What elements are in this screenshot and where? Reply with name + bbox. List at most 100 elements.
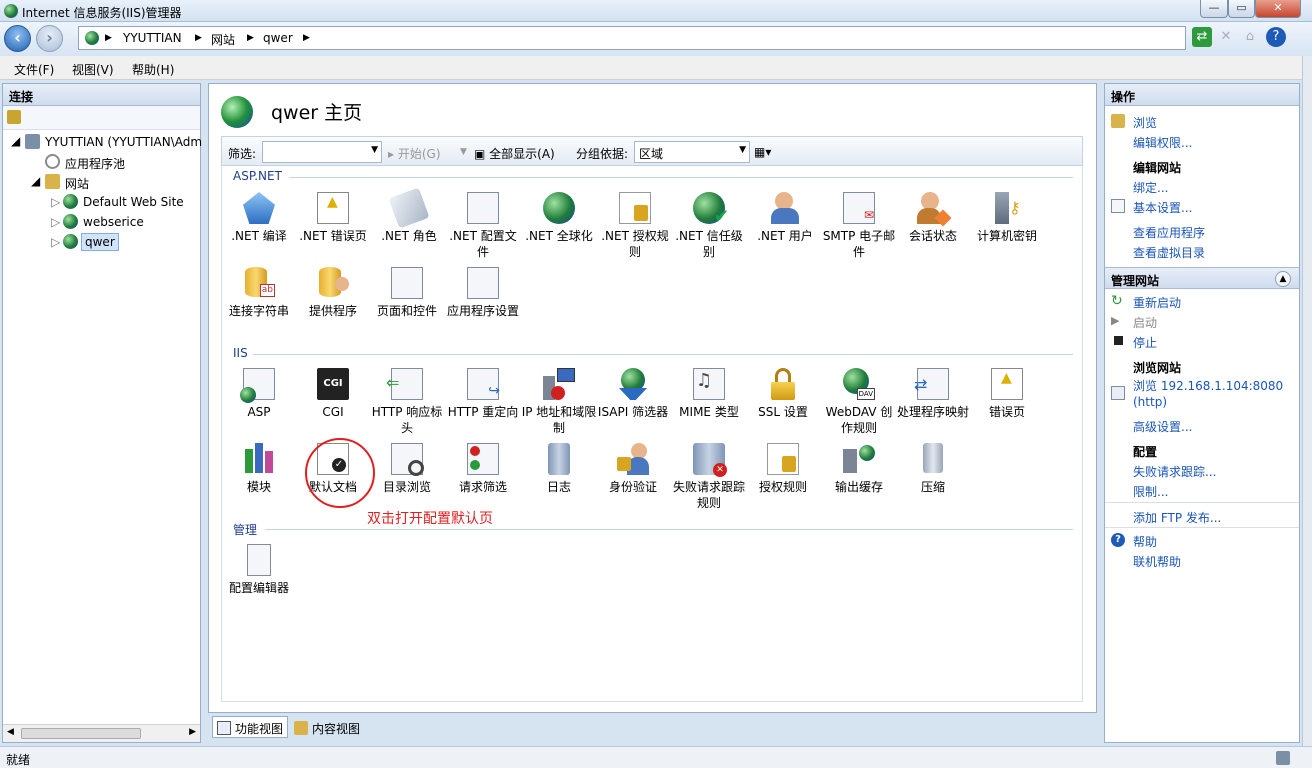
feature-machine-key[interactable]: ⚷ 计算机密钥: [969, 192, 1045, 244]
maximize-button[interactable]: ▭: [1228, 0, 1255, 18]
stop-icon[interactable]: ✕: [1216, 27, 1236, 47]
feature-directory-browsing[interactable]: 目录浏览: [369, 443, 445, 495]
feature-net-authorization-rules[interactable]: .NET 授权规则: [597, 192, 673, 260]
tree-item-sites[interactable]: 网站: [65, 175, 89, 192]
forward-button[interactable]: ›: [36, 25, 63, 52]
tree-expand-icon[interactable]: ◢: [31, 174, 40, 188]
content-view-icon: [294, 721, 308, 735]
vertical-scrollbar[interactable]: [1302, 56, 1312, 746]
feature-output-caching[interactable]: 输出缓存: [821, 443, 897, 495]
tree-collapse-icon[interactable]: ▷: [51, 235, 60, 249]
tree-item-server[interactable]: YYUTTIAN (YYUTTIAN\Adm: [45, 135, 202, 149]
view-mode-icon[interactable]: ▦▾: [754, 145, 771, 159]
scroll-left-icon[interactable]: ◀: [7, 727, 14, 737]
feature-label: 日志: [546, 480, 571, 494]
app-settings-icon: [467, 267, 499, 299]
help-icon[interactable]: ?: [1266, 27, 1286, 47]
feature-failed-request-tracing[interactable]: ✕ 失败请求跟踪规则: [671, 443, 747, 511]
action-restart[interactable]: 重新启动: [1133, 294, 1181, 311]
pages-controls-icon: [391, 267, 423, 299]
action-start[interactable]: 启动: [1133, 314, 1157, 331]
show-all-button[interactable]: ▣ 全部显示(A): [474, 145, 555, 162]
action-limits[interactable]: 限制...: [1133, 483, 1168, 500]
action-advanced-settings[interactable]: 高级设置...: [1133, 418, 1192, 435]
feature-logging[interactable]: 日志: [521, 443, 597, 495]
action-browse-site-protocol[interactable]: (http): [1133, 395, 1167, 409]
feature-authorization-rules[interactable]: 授权规则: [745, 443, 821, 495]
feature-net-compile[interactable]: .NET 编译: [221, 192, 297, 244]
feature-http-response-headers[interactable]: ⇐ HTTP 响应标头: [369, 368, 445, 436]
action-bindings[interactable]: 绑定...: [1133, 179, 1168, 196]
feature-isapi-filters[interactable]: ISAPI 筛选器: [595, 368, 671, 420]
action-browse[interactable]: 浏览: [1133, 114, 1157, 131]
tree-item-qwer[interactable]: qwer: [81, 233, 119, 251]
feature-error-pages[interactable]: ▲ 错误页: [969, 368, 1045, 420]
feature-ip-domain-restrictions[interactable]: IP 地址和域限制: [521, 368, 597, 436]
filter-input[interactable]: ▼: [262, 141, 382, 163]
home-icon[interactable]: ⌂: [1240, 27, 1260, 47]
feature-net-roles[interactable]: .NET 角色: [371, 187, 447, 244]
feature-asp[interactable]: ASP: [221, 368, 297, 420]
feature-label: 处理程序映射: [896, 405, 969, 419]
tree-collapse-icon[interactable]: ▷: [51, 215, 60, 229]
action-basic-settings[interactable]: 基本设置...: [1133, 199, 1192, 216]
feature-session-state[interactable]: 会话状态: [895, 192, 971, 244]
action-stop[interactable]: 停止: [1133, 334, 1157, 351]
scroll-right-icon[interactable]: ▶: [189, 727, 196, 737]
back-button[interactable]: ‹: [4, 25, 31, 52]
address-bar[interactable]: ▶ YYUTTIAN ▶ 网站 ▶ qwer ▶: [78, 26, 1186, 50]
minimize-button[interactable]: —: [1200, 0, 1228, 18]
feature-net-error-pages[interactable]: ▲ .NET 错误页: [295, 192, 371, 244]
browse-site-icon: [1111, 386, 1125, 400]
group-by-select[interactable]: 区域 ▼: [634, 141, 750, 163]
scrollbar-thumb[interactable]: [21, 728, 141, 739]
feature-ssl-settings[interactable]: SSL 设置: [745, 368, 821, 420]
feature-net-trust-levels[interactable]: ✔ .NET 信任级别: [671, 192, 747, 260]
tab-content-view[interactable]: 内容视图: [289, 716, 365, 738]
tree-item-webserice[interactable]: webserice: [83, 215, 144, 229]
feature-smtp-email[interactable]: ✉ SMTP 电子邮件: [821, 192, 897, 260]
tree-item-default-web-site[interactable]: Default Web Site: [83, 195, 184, 209]
action-edit-permissions[interactable]: 编辑权限...: [1133, 134, 1192, 151]
feature-net-users[interactable]: .NET 用户: [747, 192, 823, 244]
feature-compression[interactable]: 压缩: [895, 443, 971, 495]
feature-net-profile[interactable]: .NET 配置文件: [445, 192, 521, 260]
action-view-virtual-directories[interactable]: 查看虚拟目录: [1133, 244, 1205, 261]
feature-webdav-authoring-rules[interactable]: DAV WebDAV 创作规则: [821, 368, 897, 436]
close-button[interactable]: ✕: [1255, 0, 1301, 18]
feature-cgi[interactable]: CGI CGI: [295, 368, 371, 420]
action-view-applications[interactable]: 查看应用程序: [1133, 224, 1205, 241]
menu-view[interactable]: 视图(V): [72, 61, 114, 78]
action-failed-request-tracing[interactable]: 失败请求跟踪...: [1133, 463, 1216, 480]
collapse-icon[interactable]: ▲: [1275, 271, 1291, 287]
feature-providers[interactable]: 提供程序: [295, 267, 371, 319]
address-segment-site[interactable]: qwer: [263, 31, 293, 45]
tree-item-app-pools[interactable]: 应用程序池: [65, 155, 125, 172]
horizontal-scrollbar[interactable]: ◀ ▶: [3, 724, 200, 742]
refresh-icon[interactable]: ⇄: [1192, 27, 1212, 47]
feature-net-globalization[interactable]: .NET 全球化: [521, 192, 597, 244]
feature-handler-mappings[interactable]: ⇄ 处理程序映射: [895, 368, 971, 420]
feature-pages-controls[interactable]: 页面和控件: [369, 267, 445, 319]
address-segment-server[interactable]: YYUTTIAN: [123, 31, 182, 45]
tree-collapse-icon[interactable]: ▷: [51, 195, 60, 209]
feature-configuration-editor[interactable]: 配置编辑器: [221, 544, 297, 596]
tree-expand-icon[interactable]: ◢: [11, 134, 20, 148]
action-online-help[interactable]: 联机帮助: [1133, 553, 1181, 570]
feature-authentication[interactable]: 身份验证: [595, 443, 671, 495]
feature-request-filtering[interactable]: 请求筛选: [445, 443, 521, 495]
connect-icon[interactable]: [7, 110, 21, 124]
feature-app-settings[interactable]: 应用程序设置: [445, 267, 521, 319]
menu-help[interactable]: 帮助(H): [132, 61, 174, 78]
action-browse-site[interactable]: 浏览 192.168.1.104:8080: [1133, 377, 1283, 394]
address-segment-sites[interactable]: 网站: [211, 31, 235, 48]
feature-modules[interactable]: 模块: [221, 443, 297, 495]
feature-http-redirect[interactable]: ↪ HTTP 重定向: [445, 368, 521, 420]
feature-mime-types[interactable]: ♫ MIME 类型: [671, 368, 747, 420]
start-button[interactable]: ▸ 开始(G): [388, 145, 441, 162]
feature-connection-strings[interactable]: ab 连接字符串: [221, 267, 297, 319]
action-add-ftp-publishing[interactable]: 添加 FTP 发布...: [1133, 509, 1221, 526]
tab-features-view[interactable]: 功能视图: [212, 716, 289, 738]
action-help[interactable]: 帮助: [1133, 533, 1157, 550]
menu-file[interactable]: 文件(F): [14, 61, 54, 78]
